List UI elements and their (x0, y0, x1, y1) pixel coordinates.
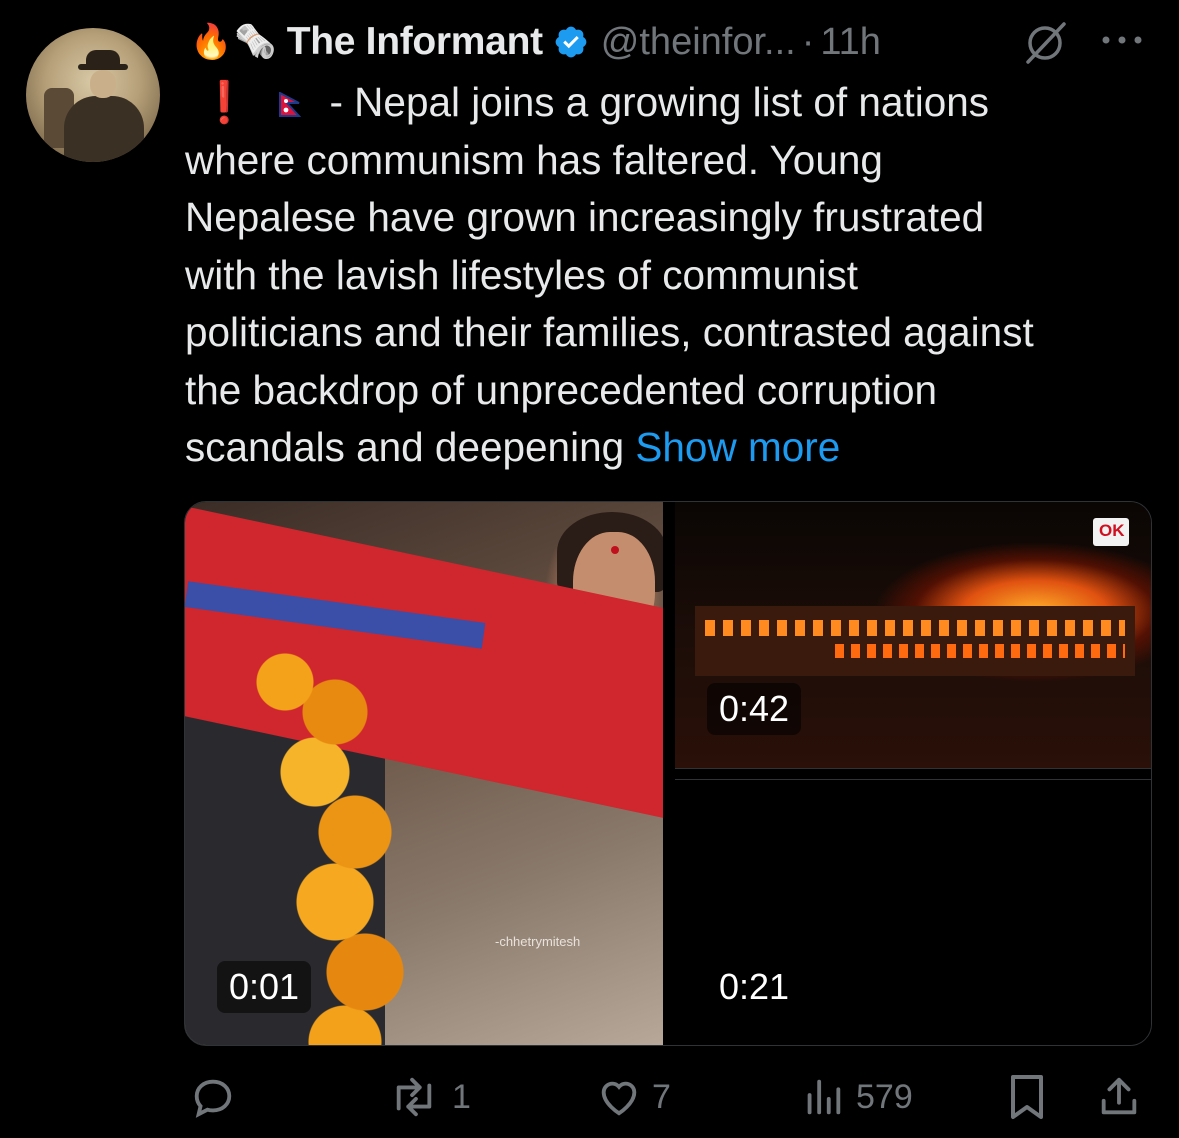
timestamp[interactable]: 11h (820, 21, 881, 64)
views-icon (807, 1079, 841, 1115)
media-divider-horizontal (675, 768, 1151, 780)
video-watermark: -chhetrymitesh (495, 934, 581, 949)
share-button[interactable] (1096, 1070, 1142, 1124)
tweet-text-line-3: Nepalese have grown increasingly frustra… (185, 194, 985, 240)
tweet-text-line-6: the backdrop of unprecedented corruption (185, 366, 938, 413)
grok-icon[interactable] (1022, 20, 1068, 66)
tweet-text: ❗ - Nepal joins a growing list of nation… (185, 74, 1160, 477)
share-icon (1101, 1077, 1137, 1115)
retweet-icon (396, 1077, 432, 1117)
tweet-text-line-1: - Nepal joins a growing list of nations (329, 79, 990, 125)
thumbnail-lit-windows-lower (835, 644, 1125, 658)
like-icon (601, 1081, 637, 1116)
avatar[interactable] (26, 28, 160, 162)
video-thumbnail-2[interactable]: OK 0:42 (675, 502, 1151, 768)
fire-emoji: 🔥 (190, 23, 233, 61)
channel-logo: OK (1093, 518, 1129, 546)
newspaper-emoji: 🗞️ (234, 23, 277, 61)
tweet-text-line-4: with the lavish lifestyles of communist (185, 251, 858, 298)
tweet-text-line-2: where communism has faltered. Young (185, 136, 883, 183)
tweet-actions: 1 7 579 (0, 1070, 1179, 1124)
verified-icon (555, 26, 587, 58)
tweet-text-line: ❗ - Nepal joins a growing list of nation… (185, 74, 1160, 132)
tweet-text-line-5: politicians and their families, contrast… (185, 309, 1034, 355)
like-count: 7 (652, 1077, 671, 1116)
nepal-flag-icon (279, 92, 302, 117)
reply-icon (194, 1079, 232, 1118)
avatar-face (90, 70, 116, 98)
avatar-hat-brim (78, 64, 128, 70)
retweet-count: 1 (452, 1077, 471, 1116)
video-duration-2: 0:42 (707, 683, 802, 735)
media-divider-vertical (663, 502, 675, 1045)
thumbnail-lit-windows (705, 620, 1125, 636)
author-handle[interactable]: @theinfor... (601, 21, 796, 64)
tweet-text-last: scandals and deepening (185, 424, 625, 470)
more-icon[interactable] (1098, 28, 1146, 52)
show-more-link[interactable]: Show more (635, 424, 840, 470)
avatar-figure (64, 96, 144, 162)
tweet-header: 🔥 🗞️ The Informant @theinfor... · 11h (190, 14, 881, 70)
like-button[interactable]: 7 (596, 1070, 671, 1124)
views-button[interactable]: 579 (800, 1070, 913, 1124)
channel-logo-text: OK (1099, 521, 1125, 540)
exclamation-emoji: ❗ (199, 79, 250, 125)
thumbnail-bindi (611, 546, 619, 554)
author-name[interactable]: The Informant (287, 20, 543, 64)
thumbnail-burning-building (695, 606, 1135, 676)
separator-dot: · (801, 20, 815, 63)
bookmark-icon (1011, 1075, 1043, 1119)
reply-button[interactable] (190, 1070, 246, 1124)
media-grid: -chhetrymitesh 0:01 OK 0:42 0:21 (184, 501, 1152, 1046)
views-count: 579 (856, 1077, 913, 1116)
video-thumbnail-3[interactable]: 0:21 (675, 780, 1151, 1045)
video-thumbnail-1[interactable]: -chhetrymitesh 0:01 (185, 502, 663, 1045)
tweet-text-line-7: scandals and deepening Show more (185, 419, 1160, 477)
video-duration-3: 0:21 (707, 961, 802, 1013)
bookmark-button[interactable] (1006, 1070, 1048, 1124)
retweet-button[interactable]: 1 (386, 1070, 471, 1124)
video-duration-1: 0:01 (217, 961, 312, 1013)
